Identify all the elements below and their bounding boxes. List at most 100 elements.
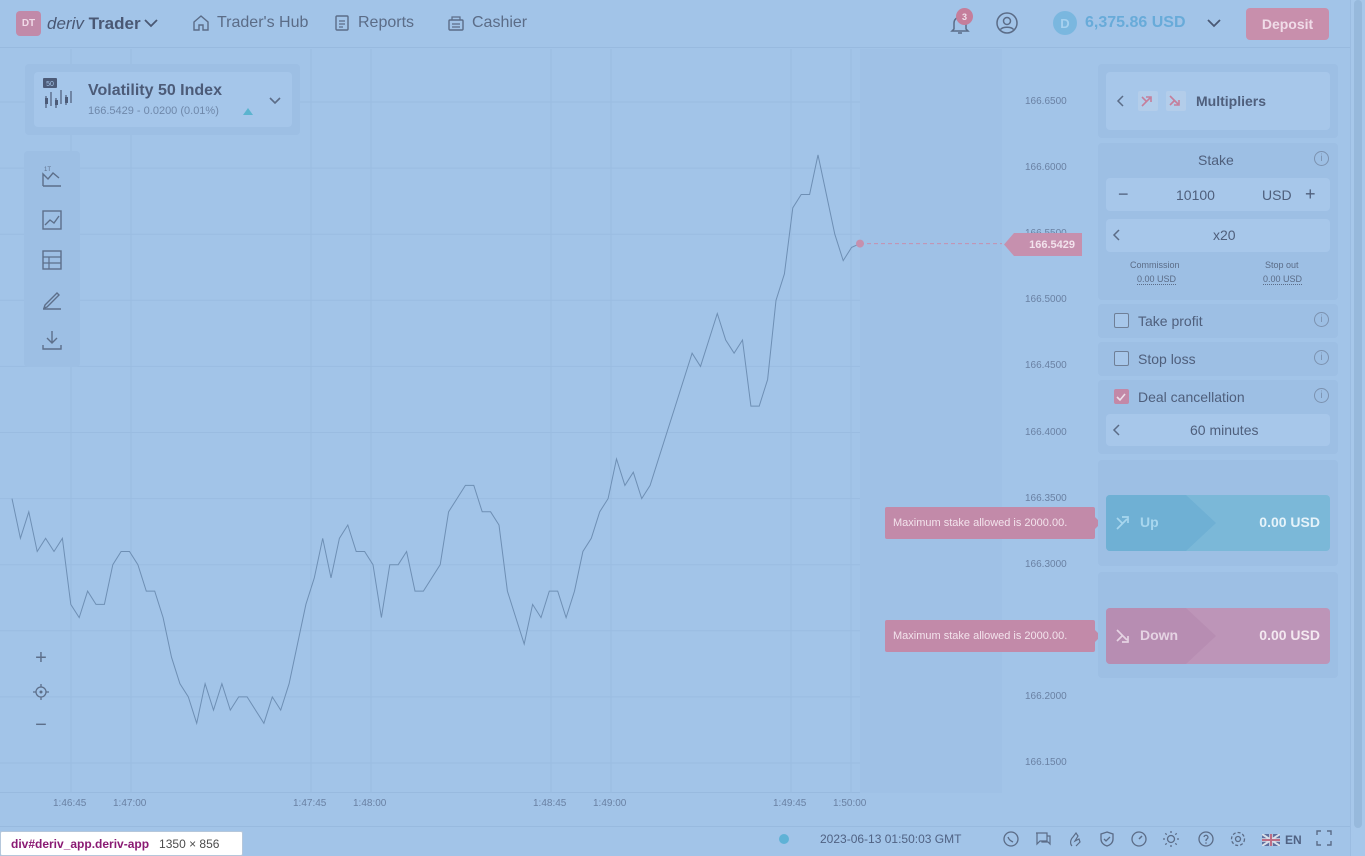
nav-traders-hub[interactable]: Trader's Hub — [192, 14, 308, 32]
element-dimensions: 1350 × 856 — [159, 836, 220, 851]
shield-icon[interactable] — [1098, 830, 1116, 848]
chart-grid — [0, 49, 1002, 793]
up-payout: 0.00 USD — [1259, 514, 1320, 530]
stopout-label: Stop out — [1265, 260, 1299, 270]
max-stake-tooltip-down: Maximum stake allowed is 2000.00. — [885, 620, 1101, 652]
drawing-tools-icon[interactable] — [40, 288, 64, 312]
connection-status-dot — [779, 834, 789, 844]
deposit-button[interactable]: Deposit — [1246, 8, 1329, 40]
notification-badge: 3 — [956, 8, 973, 25]
y-axis-tick: 166.6500 — [1025, 96, 1067, 107]
take-profit-row — [1098, 304, 1338, 338]
nav-label: Trader's Hub — [217, 14, 309, 31]
info-icon[interactable]: i — [1314, 151, 1329, 166]
chevron-down-icon[interactable] — [268, 93, 282, 107]
multiplier-value: x20 — [1213, 227, 1236, 243]
deal-cancellation-value: 60 minutes — [1190, 422, 1259, 438]
svg-text:1T: 1T — [44, 167, 51, 173]
templates-icon[interactable] — [40, 248, 64, 272]
y-axis-tick: 166.5000 — [1025, 294, 1067, 306]
x-axis-tick: 1:48:45 — [533, 798, 567, 809]
deal-cancellation-label[interactable]: Deal cancellation — [1138, 389, 1245, 405]
symbol-badge: 50 — [46, 81, 54, 88]
responsible-trading-icon[interactable] — [1066, 830, 1084, 848]
dt-logo[interactable]: DT — [16, 11, 41, 36]
y-axis-tick: 166.3500 — [1025, 492, 1067, 504]
brand-name: deriv — [47, 14, 84, 33]
account-icon[interactable] — [995, 11, 1019, 35]
info-icon[interactable]: i — [1314, 312, 1329, 327]
currency-icon: D — [1053, 11, 1077, 35]
current-price-tag: 166.5429 — [1004, 233, 1082, 256]
indicators-icon[interactable] — [40, 208, 64, 232]
chevron-left-icon[interactable] — [1111, 229, 1123, 241]
live-chat-icon[interactable] — [1034, 830, 1052, 848]
stake-currency: USD — [1262, 187, 1292, 203]
y-axis-tick: 166.4000 — [1025, 426, 1067, 438]
contract-type-label: Multipliers — [1196, 93, 1267, 109]
nav-cashier[interactable]: Cashier — [447, 14, 527, 32]
future-zone — [860, 49, 1002, 793]
x-axis-tick: 1:49:45 — [773, 798, 807, 809]
help-icon[interactable] — [1197, 830, 1215, 848]
settings-gear-icon[interactable] — [1229, 830, 1247, 848]
language-selector[interactable]: EN — [1262, 833, 1302, 847]
take-profit-label[interactable]: Take profit — [1138, 313, 1203, 329]
crosshair-icon[interactable] — [33, 684, 49, 700]
fullscreen-icon[interactable] — [1316, 830, 1332, 846]
account-balance[interactable]: 6,375.86 USD — [1085, 14, 1186, 32]
stake-increase-button[interactable]: + — [1305, 184, 1316, 205]
y-axis-tick: 166.4500 — [1025, 360, 1067, 372]
down-label: Down — [1140, 627, 1179, 643]
stop-loss-label[interactable]: Stop loss — [1138, 351, 1196, 367]
price-chart[interactable] — [0, 49, 1002, 793]
chevron-down-icon[interactable] — [1205, 14, 1223, 32]
down-payout: 0.00 USD — [1259, 627, 1320, 643]
chevron-left-icon[interactable] — [1111, 424, 1123, 436]
commission-value: 0.00 USD — [1137, 274, 1177, 285]
scrollbar[interactable] — [1350, 0, 1365, 856]
up-label: Up — [1140, 514, 1159, 530]
trend-up-icon — [1116, 516, 1129, 530]
x-axis-tick: 1:50:00 — [833, 798, 867, 809]
chart-type-icon[interactable]: 1T — [40, 166, 64, 190]
stop-loss-checkbox[interactable] — [1114, 351, 1129, 366]
x-axis-tick: 1:49:00 — [593, 798, 627, 809]
server-time: 2023-06-13 01:50:03 GMT — [820, 832, 962, 846]
scrollbar-thumb[interactable] — [1354, 0, 1362, 828]
stopout-value: 0.00 USD — [1263, 274, 1303, 285]
current-price-dot — [856, 239, 864, 248]
x-axis-tick: 1:48:00 — [353, 798, 387, 809]
stake-decrease-button[interactable]: − — [1118, 184, 1129, 205]
chevron-down-icon[interactable] — [142, 14, 160, 32]
take-profit-checkbox[interactable] — [1114, 313, 1129, 328]
zoom-in-button[interactable]: + — [26, 643, 56, 673]
info-icon[interactable]: i — [1314, 350, 1329, 365]
y-axis-tick: 166.1500 — [1025, 757, 1067, 768]
nav-reports[interactable]: Reports — [333, 14, 414, 32]
y-axis-tick: 166.3000 — [1025, 558, 1067, 570]
stake-label: Stake — [1198, 152, 1234, 168]
stake-input[interactable]: 10100 — [1176, 187, 1215, 203]
platform-switcher[interactable]: deriv Trader — [47, 14, 141, 34]
multiplier-up-icon — [1138, 91, 1158, 111]
whatsapp-icon[interactable] — [1002, 830, 1020, 848]
download-icon[interactable] — [40, 328, 64, 352]
chevron-left-icon[interactable] — [1114, 94, 1128, 108]
zoom-out-button[interactable]: − — [26, 710, 56, 740]
y-axis-tick: 166.2000 — [1025, 690, 1067, 702]
nav-label: Cashier — [472, 14, 528, 31]
stake-input-box — [1106, 178, 1330, 211]
deal-cancellation-checkbox[interactable] — [1114, 389, 1129, 404]
element-selector: div#deriv_app.deriv-app — [11, 836, 150, 851]
network-status-icon[interactable] — [1130, 830, 1148, 848]
x-axis-tick: 1:47:00 — [113, 798, 147, 809]
purchase-up-button[interactable]: Up 0.00 USD — [1106, 495, 1330, 551]
price-line — [11, 154, 861, 726]
info-icon[interactable]: i — [1314, 388, 1329, 403]
theme-toggle-icon[interactable] — [1162, 830, 1180, 848]
x-axis-tick: 1:47:45 — [293, 798, 327, 809]
nav-label: Reports — [358, 14, 415, 31]
purchase-down-button[interactable]: Down 0.00 USD — [1106, 608, 1330, 664]
max-stake-tooltip-up: Maximum stake allowed is 2000.00. — [885, 507, 1101, 539]
